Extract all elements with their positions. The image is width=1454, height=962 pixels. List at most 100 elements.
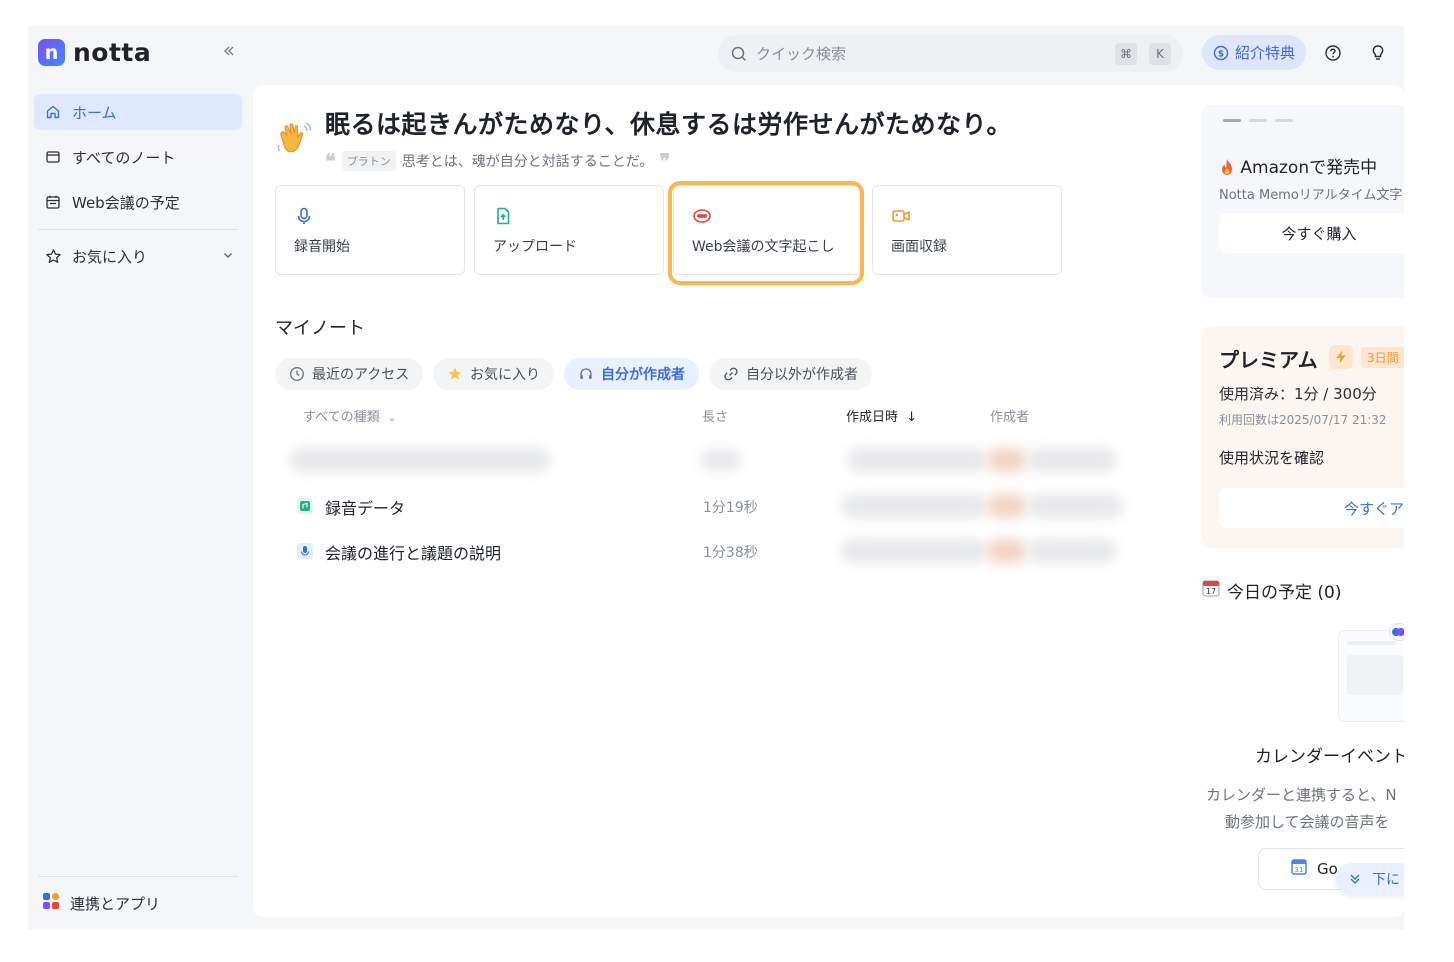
my-notes-title: マイノート bbox=[275, 318, 365, 339]
promo-title-text: Amazonで発売中 bbox=[1240, 158, 1378, 178]
carousel-dot[interactable] bbox=[1249, 119, 1267, 122]
carousel-dot[interactable] bbox=[1275, 119, 1293, 122]
scroll-down-button[interactable]: 下に bbox=[1336, 863, 1404, 895]
lightbulb-icon[interactable] bbox=[1367, 42, 1389, 64]
note-length: 1分19秒 bbox=[703, 500, 758, 516]
google-calendar-icon: 31 bbox=[1291, 859, 1307, 879]
lightning-icon bbox=[1329, 345, 1353, 369]
chevron-down-icon[interactable] bbox=[222, 249, 234, 264]
search-placeholder: クイック検索 bbox=[756, 45, 847, 63]
column-length[interactable]: 長さ bbox=[702, 406, 728, 425]
note-name: 録音データ bbox=[325, 499, 406, 518]
filter-label: 最近のアクセス bbox=[312, 367, 410, 383]
arrow-down-icon: ↓ bbox=[906, 410, 918, 425]
promo-card: Amazonで発売中 Notta Memoリアルタイム文字 今すぐ購入 bbox=[1201, 105, 1404, 298]
promo-desc: Notta Memoリアルタイム文字 bbox=[1219, 188, 1403, 203]
column-created-label: 作成日時 bbox=[846, 410, 899, 425]
star-icon bbox=[44, 247, 62, 265]
referral-label: 紹介特典 bbox=[1234, 44, 1295, 62]
sidebar-divider bbox=[38, 229, 238, 230]
redacted-avatar bbox=[987, 539, 1027, 563]
today-title-text: 今日の予定 (0) bbox=[1227, 583, 1342, 603]
audio-file-icon bbox=[297, 498, 313, 514]
scroll-down-label: 下に bbox=[1372, 872, 1400, 888]
column-created[interactable]: 作成日時 ↓ bbox=[846, 406, 917, 425]
promo-title: Amazonで発売中 bbox=[1219, 153, 1377, 178]
upload-button[interactable]: アップロード bbox=[474, 185, 664, 275]
sidebar-item-favorites[interactable]: お気に入り bbox=[34, 238, 242, 274]
meeting-app-icon bbox=[1389, 623, 1404, 641]
redacted-creator bbox=[1027, 539, 1117, 563]
sidebar-item-meetings[interactable]: Web会議の予定 bbox=[34, 184, 242, 220]
redacted-date bbox=[841, 494, 987, 518]
plan-usage: 使用済み：1分 / 300分 bbox=[1219, 385, 1377, 403]
calendar-desc-line: 動参加して会議の音声を bbox=[1225, 813, 1390, 831]
referral-button[interactable]: $ 紹介特典 bbox=[1202, 35, 1306, 70]
table-row[interactable]: 会議の進行と議題の説明 1分38秒 bbox=[275, 529, 1125, 573]
chevron-down-icon: ⌄ bbox=[387, 413, 397, 424]
carousel-dot[interactable] bbox=[1223, 119, 1241, 122]
integrations-label: 連携とアプリ bbox=[70, 894, 161, 913]
filter-created-by-me[interactable]: 自分が作成者 bbox=[564, 358, 699, 390]
sidebar-item-home[interactable]: ホーム bbox=[34, 94, 242, 130]
column-type-filter[interactable]: すべての種類 ⌄ bbox=[303, 406, 396, 425]
search-icon bbox=[731, 46, 747, 61]
sidebar-divider bbox=[38, 876, 238, 877]
search-input[interactable]: クイック検索 ⌘ K bbox=[718, 35, 1183, 72]
redacted-length bbox=[701, 449, 741, 471]
redacted-avatar bbox=[987, 494, 1027, 518]
fire-icon bbox=[1219, 158, 1240, 178]
headset-icon bbox=[580, 368, 592, 379]
sidebar-item-label: Web会議の予定 bbox=[72, 193, 180, 212]
calendar-illustration bbox=[1338, 623, 1404, 722]
action-label: 画面収録 bbox=[891, 239, 947, 255]
apps-icon bbox=[42, 892, 60, 914]
quote-author: プラトン bbox=[341, 151, 396, 171]
open-quote-icon: ❝ bbox=[325, 149, 336, 173]
web-meeting-transcribe-button[interactable]: Web会議の文字起こし bbox=[673, 185, 863, 275]
plan-card: プレミアム 3日間 使用済み：1分 / 300分 利用回数は2025/07/17… bbox=[1201, 326, 1404, 548]
integrations-button[interactable]: 連携とアプリ bbox=[42, 892, 160, 914]
trial-badge: 3日間 bbox=[1361, 347, 1404, 368]
sidebar-item-label: すべてのノート bbox=[72, 148, 176, 167]
filter-recent[interactable]: 最近のアクセス bbox=[275, 358, 424, 390]
record-button[interactable]: 録音開始 bbox=[275, 185, 465, 275]
quote-text: 思考とは、魂が自分と対話することだ。 bbox=[401, 154, 654, 170]
usage-details-link[interactable]: 使用状況を確認 bbox=[1219, 447, 1324, 468]
column-creator[interactable]: 作成者 bbox=[990, 406, 1029, 425]
upgrade-button[interactable]: 今すぐアッ bbox=[1219, 488, 1404, 528]
column-type-label: すべての種類 bbox=[303, 410, 380, 425]
screen-record-button[interactable]: 画面収録 bbox=[872, 185, 1062, 275]
table-row[interactable]: 録音データ 1分19秒 bbox=[275, 484, 1125, 528]
main-content: 眠るは起きんがためなり、休息するは労作せんがためなり。 ❝ プラトン 思考とは、… bbox=[253, 85, 1404, 917]
star-icon bbox=[448, 367, 462, 380]
filter-created-by-others[interactable]: 自分以外が作成者 bbox=[709, 358, 872, 390]
upload-file-icon bbox=[493, 206, 513, 226]
help-icon[interactable] bbox=[1322, 42, 1344, 64]
note-length: 1分38秒 bbox=[703, 545, 758, 561]
dollar-coin-icon: $ bbox=[1213, 45, 1229, 60]
sidebar-item-label: ホーム bbox=[72, 103, 117, 122]
table-row[interactable] bbox=[275, 438, 1125, 482]
home-icon bbox=[44, 103, 62, 121]
filter-favorites[interactable]: お気に入り bbox=[433, 358, 554, 390]
note-name: 会議の進行と議題の説明 bbox=[325, 544, 502, 563]
close-quote-icon: ❞ bbox=[659, 149, 671, 173]
clock-icon bbox=[290, 367, 304, 381]
redacted-name bbox=[289, 448, 551, 472]
carousel-dots[interactable] bbox=[1223, 119, 1293, 122]
plan-reset-date: 利用回数は2025/07/17 21:32 bbox=[1219, 413, 1387, 427]
svg-text:$: $ bbox=[1218, 49, 1224, 59]
redacted-date bbox=[841, 539, 987, 563]
filter-label: お気に入り bbox=[470, 367, 540, 383]
shortcut-key: K bbox=[1149, 42, 1171, 65]
calendar-emoji-icon: 17 bbox=[1201, 578, 1221, 603]
calendar-icon bbox=[44, 193, 62, 211]
svg-text:31: 31 bbox=[1295, 866, 1304, 874]
svg-text:17: 17 bbox=[1206, 587, 1216, 596]
microphone-file-icon bbox=[297, 543, 313, 559]
redacted-date bbox=[847, 448, 987, 472]
calendar-event-title: カレンダーイベント bbox=[1255, 747, 1404, 767]
buy-now-button[interactable]: 今すぐ購入 bbox=[1219, 213, 1404, 253]
sidebar-item-all-notes[interactable]: すべてのノート bbox=[34, 139, 242, 175]
